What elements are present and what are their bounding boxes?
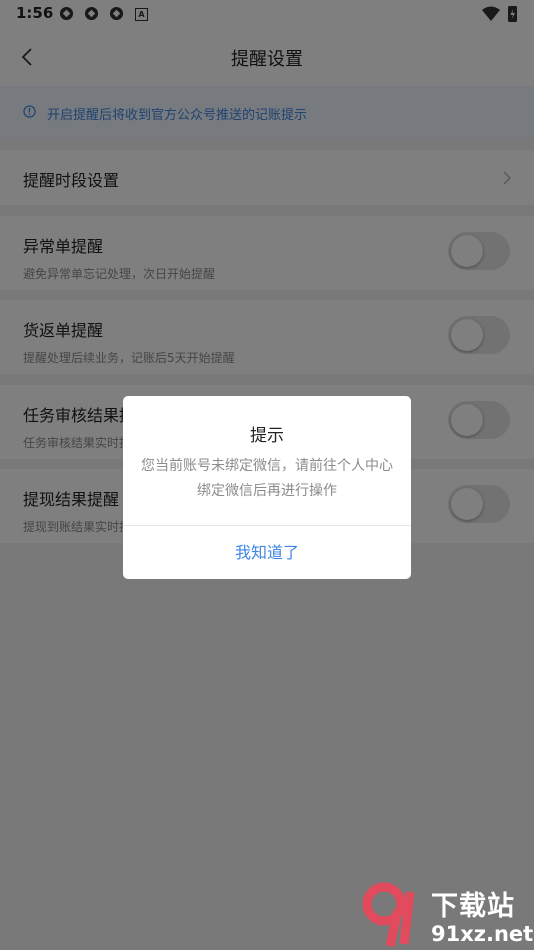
watermark-text-line1: 下载站	[431, 891, 515, 922]
watermark-logo: 下载站 91xz.net	[360, 880, 534, 950]
watermark-91-logo-icon	[362, 882, 415, 947]
dialog-confirm-button[interactable]: 我知道了	[123, 526, 411, 579]
dialog-title: 提示	[250, 426, 284, 446]
alert-dialog: 提示 您当前账号未绑定微信，请前往个人中心绑定微信后再进行操作 我知道了	[123, 396, 411, 579]
watermark-text-line2: 91xz.net	[431, 922, 534, 946]
dialog-message: 您当前账号未绑定微信，请前往个人中心绑定微信后再进行操作	[141, 458, 393, 499]
